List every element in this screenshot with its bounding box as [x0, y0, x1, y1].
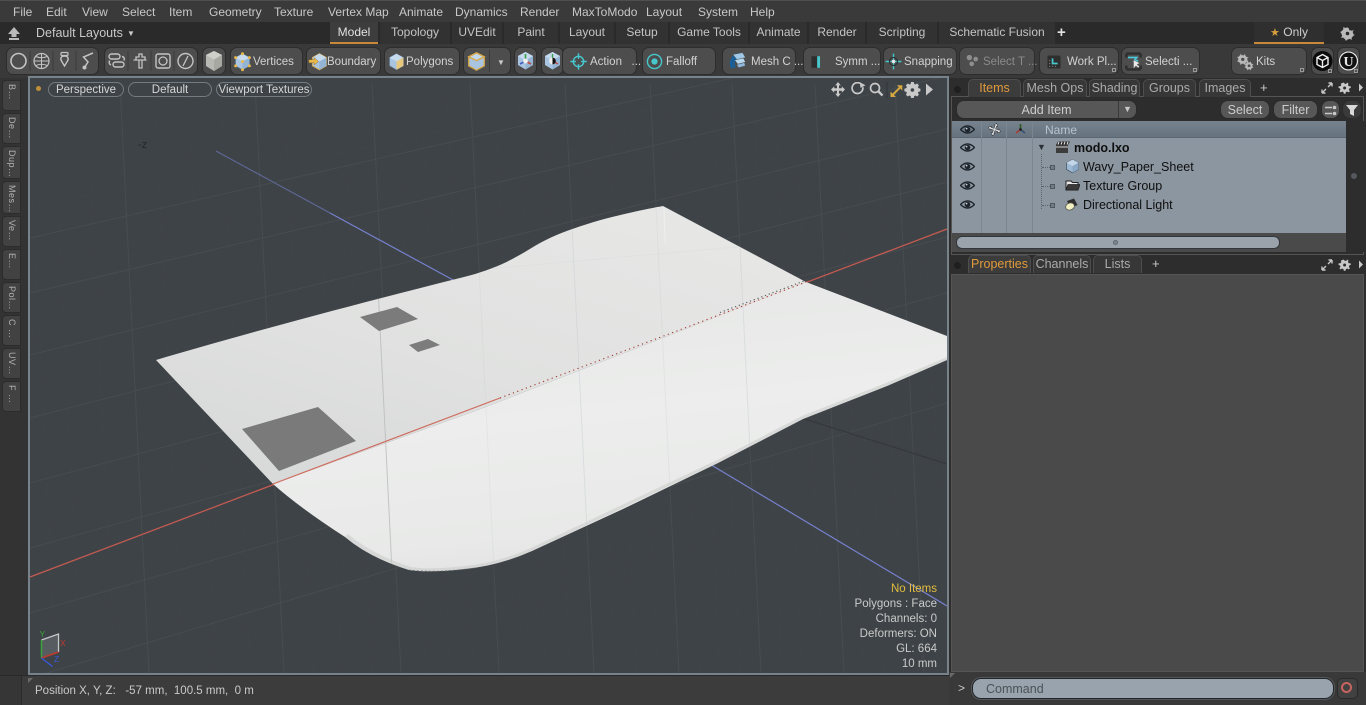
- svg-text:Polygons : Face: Polygons : Face: [855, 598, 937, 610]
- svg-text:GL: 664: GL: 664: [896, 643, 938, 655]
- svg-text:-z: -z: [138, 139, 147, 151]
- svg-text:X: X: [60, 638, 66, 648]
- svg-text:U: U: [1343, 55, 1353, 70]
- svg-text:No Items: No Items: [891, 583, 937, 595]
- svg-text:Channels: 0: Channels: 0: [876, 613, 937, 625]
- svg-text:Deformers: ON: Deformers: ON: [860, 628, 937, 640]
- svg-text:10 mm: 10 mm: [902, 658, 937, 670]
- svg-text:Z: Z: [54, 654, 59, 664]
- svg-text:Y: Y: [40, 629, 46, 639]
